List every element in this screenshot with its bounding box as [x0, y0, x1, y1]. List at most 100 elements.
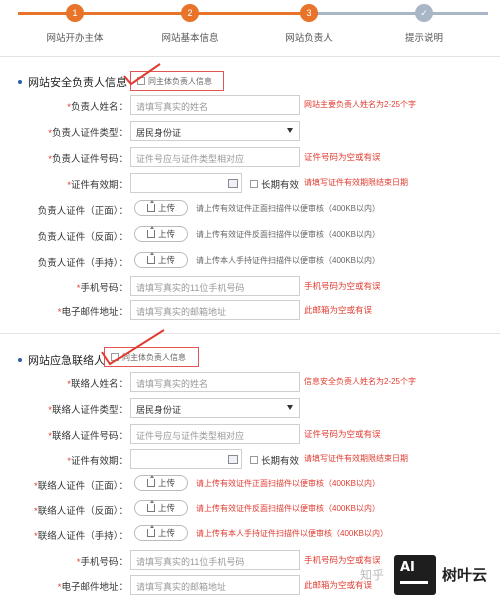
s2-hold-hint: 请上传有本人手持证件扫描件以便审核（400KB以内）	[196, 529, 389, 538]
dropdown-arrow-icon	[287, 128, 293, 133]
s2-hold-label: *联络人证件（手持）：	[34, 531, 128, 542]
step-line-todo	[318, 12, 488, 15]
s2-email-input[interactable]: 请填写真实的邮箱地址	[130, 575, 300, 595]
s1-front-upload-button[interactable]: 上传	[134, 200, 188, 216]
s2-idnum-hint: 证件号码为空或有误	[304, 429, 381, 439]
red-checkmark-icon	[101, 329, 165, 366]
s1-email-input[interactable]: 请填写真实的邮箱地址	[130, 300, 300, 320]
s1-front-hint: 请上传有效证件正面扫描件以便审核（400KB以内）	[196, 204, 381, 213]
s1-idnum-row: *负责人证件号码： 证件号应与证件类型相对应 证件号码为空或有误	[0, 147, 500, 169]
s2-hold-upload-button[interactable]: 上传	[134, 525, 188, 541]
s1-idnum-label: *负责人证件号码：	[48, 154, 128, 165]
s2-front-upload-button[interactable]: 上传	[134, 475, 188, 491]
step-divider	[0, 56, 500, 57]
section-1-title-text: 网站安全负责人信息	[28, 77, 127, 89]
s1-hold-label: 负责人证件（手持）：	[37, 258, 128, 269]
step-3-circle: 3	[300, 4, 318, 22]
calendar-icon[interactable]	[228, 179, 238, 188]
s2-idtype-row: *联络人证件类型： 居民身份证	[0, 398, 500, 420]
s2-hold-row: *联络人证件（手持）： 上传 请上传有本人手持证件扫描件以便审核（400KB以内…	[0, 524, 500, 546]
step-1-label: 网站开办主体	[46, 33, 104, 44]
s1-name-label: *负责人姓名：	[67, 102, 128, 113]
s1-hold-row: 负责人证件（手持）： 上传 请上传本人手持证件扫描件以便审核（400KB以内）	[0, 251, 500, 273]
section-divider	[0, 333, 500, 334]
step-3-label: 网站负责人	[285, 33, 333, 44]
dropdown-arrow-icon	[287, 405, 293, 410]
checkbox-icon[interactable]	[250, 180, 258, 188]
calendar-icon[interactable]	[228, 455, 238, 464]
s2-idtype-label: *联络人证件类型：	[48, 405, 128, 416]
step-1-circle: 1	[66, 4, 84, 22]
s2-front-row: *联络人证件（正面）： 上传 请上传有效证件正面扫描件以便审核（400KB以内）	[0, 474, 500, 496]
s1-validity-label: *证件有效期：	[67, 180, 128, 191]
upload-icon	[146, 475, 155, 487]
s2-idtype-select[interactable]: 居民身份证	[130, 398, 300, 418]
s1-front-label: 负责人证件（正面）：	[37, 206, 128, 217]
s2-name-label: *联络人姓名：	[67, 379, 128, 390]
s1-idtype-row: *负责人证件类型： 居民身份证	[0, 121, 500, 143]
s1-front-row: 负责人证件（正面）： 上传 请上传有效证件正面扫描件以便审核（400KB以内）	[0, 199, 500, 221]
s1-phone-input[interactable]: 请填写真实的11位手机号码	[130, 276, 300, 296]
s1-back-upload-button[interactable]: 上传	[134, 226, 188, 242]
s2-longterm-checkbox[interactable]: 长期有效	[250, 453, 299, 467]
s2-back-label: *联络人证件（反面）：	[34, 506, 128, 517]
upload-icon	[146, 500, 155, 512]
s2-email-label: *电子邮件地址：	[57, 582, 128, 593]
s1-idtype-label: *负责人证件类型：	[48, 128, 128, 139]
upload-icon	[146, 226, 155, 238]
logo-text: AI	[400, 560, 415, 575]
s1-idtype-select[interactable]: 居民身份证	[130, 121, 300, 141]
s1-validity-date-input[interactable]	[130, 173, 242, 193]
s2-back-upload-button[interactable]: 上传	[134, 500, 188, 516]
s2-idnum-row: *联络人证件号码： 证件号应与证件类型相对应 证件号码为空或有误	[0, 424, 500, 446]
s1-back-row: 负责人证件（反面）： 上传 请上传有效证件反面扫描件以便审核（400KB以内）	[0, 225, 500, 247]
s2-phone-input[interactable]: 请填写真实的11位手机号码	[130, 550, 300, 570]
s2-front-hint: 请上传有效证件正面扫描件以便审核（400KB以内）	[196, 479, 381, 488]
s2-name-hint: 信息安全负责人姓名为2-25个字	[304, 377, 417, 386]
s2-front-label: *联络人证件（正面）：	[34, 481, 128, 492]
step-2-label: 网站基本信息	[161, 33, 219, 44]
s1-phone-label: *手机号码：	[76, 283, 128, 294]
s2-validity-hint: 请填写证件有效期限结束日期	[304, 454, 408, 463]
step-4-check-icon: ✓	[415, 4, 433, 22]
brand-logo-icon: AI	[394, 555, 436, 595]
s1-name-input[interactable]: 请填写真实的姓名	[130, 95, 300, 115]
checkbox-icon[interactable]	[250, 456, 258, 464]
bullet-icon	[18, 358, 22, 362]
s1-longterm-checkbox[interactable]: 长期有效	[250, 177, 299, 191]
step-line-done	[18, 12, 318, 15]
s1-phone-hint: 手机号码为空或有误	[304, 281, 381, 291]
s2-validity-row: *证件有效期： 长期有效 请填写证件有效期限结束日期	[0, 449, 500, 471]
section-1-title: 网站安全负责人信息	[18, 74, 127, 90]
s1-phone-row: *手机号码： 请填写真实的11位手机号码 手机号码为空或有误	[0, 276, 500, 298]
s2-idnum-input[interactable]: 证件号应与证件类型相对应	[130, 424, 300, 444]
s1-idnum-input[interactable]: 证件号应与证件类型相对应	[130, 147, 300, 167]
s1-email-hint: 此邮箱为空或有误	[304, 305, 373, 315]
step-4-label: 提示说明	[404, 33, 443, 44]
s2-phone-label: *手机号码：	[76, 557, 128, 568]
s1-idnum-hint: 证件号码为空或有误	[304, 152, 381, 162]
section-2-title: 网站应急联络人	[18, 352, 105, 368]
s1-validity-hint: 请填写证件有效期限结束日期	[304, 178, 408, 187]
upload-icon	[146, 525, 155, 537]
bullet-icon	[18, 80, 22, 84]
upload-icon	[146, 252, 155, 264]
s2-idnum-label: *联络人证件号码：	[48, 431, 128, 442]
section-2-title-text: 网站应急联络人	[28, 355, 105, 367]
s1-back-label: 负责人证件（反面）：	[37, 232, 128, 243]
s1-hold-hint: 请上传本人手持证件扫描件以便审核（400KB以内）	[196, 256, 381, 265]
s1-hold-upload-button[interactable]: 上传	[134, 252, 188, 268]
s2-validity-date-input[interactable]	[130, 449, 242, 469]
s2-name-input[interactable]: 请填写真实的姓名	[130, 372, 300, 392]
red-checkmark-icon	[123, 63, 161, 86]
watermark: 知乎 AI 树叶云	[360, 552, 500, 599]
s2-back-row: *联络人证件（反面）： 上传 请上传有效证件反面扫描件以便审核（400KB以内）	[0, 499, 500, 521]
s1-email-row: *电子邮件地址： 请填写真实的邮箱地址 此邮箱为空或有误	[0, 300, 500, 322]
s1-email-label: *电子邮件地址：	[57, 307, 128, 318]
s2-back-hint: 请上传有效证件反面扫描件以便审核（400KB以内）	[196, 504, 381, 513]
upload-icon	[146, 200, 155, 212]
brand-name: 树叶云	[442, 567, 488, 584]
s2-name-row: *联络人姓名： 请填写真实的姓名 信息安全负责人姓名为2-25个字	[0, 372, 500, 394]
step-progress-bar: 1 2 3 ✓ 网站开办主体 网站基本信息 网站负责人 提示说明	[0, 0, 500, 48]
s1-name-hint: 网站主要负责人姓名为2-25个字	[304, 100, 417, 109]
